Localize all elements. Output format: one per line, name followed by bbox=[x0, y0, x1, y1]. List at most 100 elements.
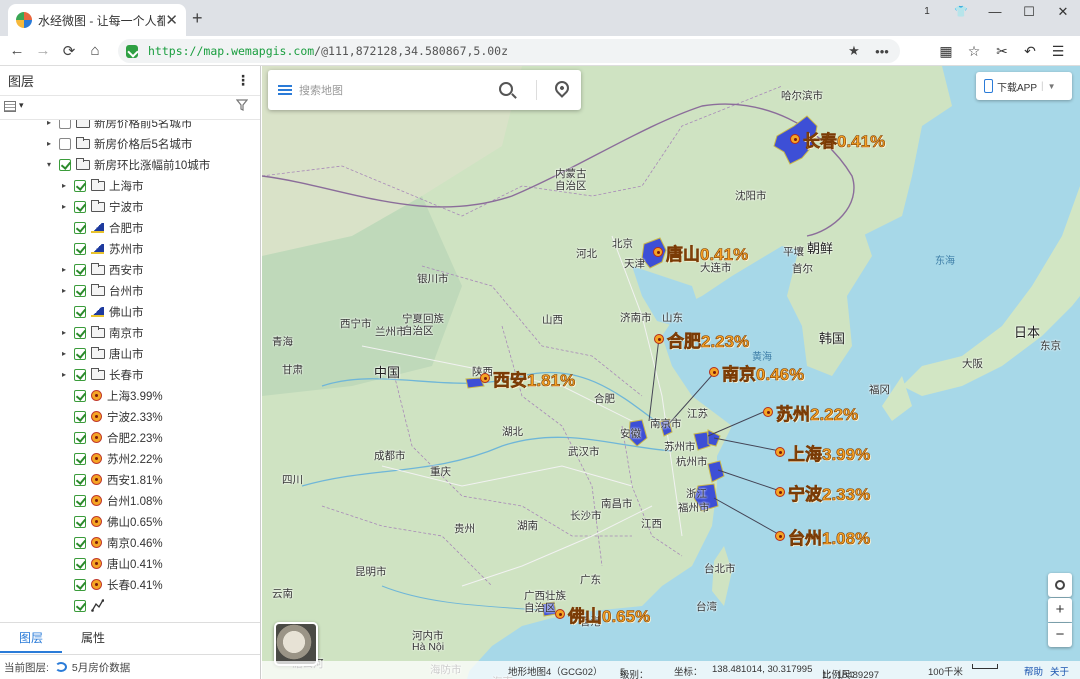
annotation-marker-icon[interactable] bbox=[763, 407, 773, 417]
search-input[interactable]: 搜索地图 bbox=[299, 82, 343, 98]
home-icon[interactable]: ⌂ bbox=[82, 42, 108, 59]
browser-tab[interactable]: 水经微图 - 让每一个人都有自 ✕ bbox=[8, 4, 186, 36]
tree-node[interactable]: ▸ 台州市 bbox=[0, 280, 260, 301]
tree-node[interactable]: 台州1.08% bbox=[0, 490, 260, 511]
layer-checkbox[interactable] bbox=[74, 410, 86, 423]
layer-list-icon[interactable] bbox=[4, 101, 16, 112]
forward-icon[interactable]: → bbox=[30, 42, 56, 59]
address-bar[interactable]: https://map.wemapgis.com/@111,872128,34.… bbox=[118, 39, 900, 63]
annotation-label[interactable]: 合肥2.23% bbox=[667, 327, 750, 352]
collapse-arrow-icon[interactable]: ▾ bbox=[44, 160, 54, 169]
zoom-in-button[interactable]: + bbox=[1048, 598, 1072, 622]
tree-node[interactable]: 合肥2.23% bbox=[0, 427, 260, 448]
tree-node[interactable]: 上海3.99% bbox=[0, 385, 260, 406]
layer-checkbox[interactable] bbox=[74, 284, 86, 297]
layer-checkbox[interactable] bbox=[74, 368, 86, 381]
tree-node[interactable]: ▾ 新房环比涨幅前10城市 bbox=[0, 154, 260, 175]
screenshot-scissors-icon[interactable]: ✂ bbox=[988, 43, 1016, 60]
tree-node[interactable]: 南京0.46% bbox=[0, 532, 260, 553]
shirt-icon[interactable]: 👕 bbox=[944, 0, 978, 26]
tree-node[interactable]: ▸ 西安市 bbox=[0, 259, 260, 280]
layer-checkbox[interactable] bbox=[74, 494, 86, 507]
tab-layers[interactable]: 图层 bbox=[0, 623, 62, 653]
annotation-marker-icon[interactable] bbox=[480, 373, 490, 383]
filter-icon[interactable] bbox=[236, 99, 248, 111]
annotation-label[interactable]: 上海3.99% bbox=[788, 440, 871, 465]
annotation-marker-icon[interactable] bbox=[653, 247, 663, 257]
close-window-button[interactable]: ✕ bbox=[1046, 0, 1080, 26]
map-search-box[interactable]: 搜索地图 bbox=[268, 70, 581, 110]
annotation-label[interactable]: 唐山0.41% bbox=[666, 240, 749, 265]
tree-node[interactable]: 佛山0.65% bbox=[0, 511, 260, 532]
layer-checkbox[interactable] bbox=[74, 326, 86, 339]
search-icon[interactable] bbox=[499, 82, 513, 96]
extension-badge-icon[interactable]: 1 bbox=[910, 0, 944, 26]
annotation-label[interactable]: 佛山0.65% bbox=[568, 602, 651, 627]
tree-node[interactable]: 苏州2.22% bbox=[0, 448, 260, 469]
tree-node[interactable]: 唐山0.41% bbox=[0, 553, 260, 574]
expand-arrow-icon[interactable]: ▸ bbox=[59, 370, 69, 379]
apps-grid-icon[interactable]: ▦ bbox=[932, 43, 960, 60]
favorites-icon[interactable]: ☆ bbox=[960, 43, 988, 60]
layer-checkbox[interactable] bbox=[59, 120, 71, 129]
layer-checkbox[interactable] bbox=[74, 515, 86, 528]
location-pin-icon[interactable] bbox=[552, 78, 572, 98]
layer-checkbox[interactable] bbox=[74, 536, 86, 549]
annotation-label[interactable]: 台州1.08% bbox=[788, 524, 871, 549]
menu-hamburger-icon[interactable] bbox=[278, 85, 292, 95]
annotation-marker-icon[interactable] bbox=[775, 447, 785, 457]
expand-arrow-icon[interactable]: ▸ bbox=[59, 181, 69, 190]
annotation-marker-icon[interactable] bbox=[654, 334, 664, 344]
reload-icon[interactable]: ⟳ bbox=[56, 42, 82, 60]
annotation-marker-icon[interactable] bbox=[709, 367, 719, 377]
chevron-down-icon[interactable]: ▼ bbox=[1048, 82, 1056, 91]
layer-checkbox[interactable] bbox=[74, 473, 86, 486]
layer-checkbox[interactable] bbox=[59, 137, 71, 150]
tree-node[interactable]: 宁波2.33% bbox=[0, 406, 260, 427]
tree-node[interactable] bbox=[0, 595, 260, 616]
layer-checkbox[interactable] bbox=[74, 347, 86, 360]
layer-checkbox[interactable] bbox=[74, 242, 86, 255]
minimize-button[interactable]: — bbox=[978, 0, 1012, 26]
annotation-label[interactable]: 南京0.46% bbox=[722, 360, 805, 385]
tab-close-icon[interactable]: ✕ bbox=[165, 11, 178, 29]
locate-me-button[interactable] bbox=[1048, 573, 1072, 597]
tree-node[interactable]: ▸ 唐山市 bbox=[0, 343, 260, 364]
annotation-marker-icon[interactable] bbox=[775, 487, 785, 497]
tree-node[interactable]: ▸ 上海市 bbox=[0, 175, 260, 196]
layer-checkbox[interactable] bbox=[59, 158, 71, 171]
dropdown-arrow-icon[interactable]: ▾ bbox=[19, 100, 24, 111]
maximize-button[interactable]: ☐ bbox=[1012, 0, 1046, 26]
tree-node[interactable]: ▸ 新房价格后5名城市 bbox=[0, 133, 260, 154]
tree-node[interactable]: 佛山市 bbox=[0, 301, 260, 322]
layer-checkbox[interactable] bbox=[74, 179, 86, 192]
layer-checkbox[interactable] bbox=[74, 221, 86, 234]
expand-arrow-icon[interactable]: ▸ bbox=[59, 349, 69, 358]
annotation-label[interactable]: 西安1.81% bbox=[493, 366, 576, 391]
basemap-switcher[interactable] bbox=[274, 622, 318, 666]
more-dots-icon[interactable]: ••• bbox=[868, 44, 896, 59]
annotation-marker-icon[interactable] bbox=[790, 134, 800, 144]
tree-node[interactable]: ▸ 新房价格前5名城市 bbox=[0, 120, 260, 133]
undo-icon[interactable]: ↶ bbox=[1016, 43, 1044, 60]
tree-node[interactable]: 西安1.81% bbox=[0, 469, 260, 490]
annotation-label[interactable]: 苏州2.22% bbox=[776, 400, 859, 425]
tree-node[interactable]: ▸ 宁波市 bbox=[0, 196, 260, 217]
layer-checkbox[interactable] bbox=[74, 578, 86, 591]
back-icon[interactable]: ← bbox=[4, 42, 30, 59]
bookmark-star-icon[interactable]: ★ bbox=[840, 43, 868, 59]
layer-checkbox[interactable] bbox=[74, 557, 86, 570]
layer-checkbox[interactable] bbox=[74, 200, 86, 213]
expand-arrow-icon[interactable]: ▸ bbox=[59, 202, 69, 211]
tree-node[interactable]: ▸ 长春市 bbox=[0, 364, 260, 385]
new-tab-icon[interactable]: + bbox=[192, 8, 203, 29]
browser-menu-icon[interactable]: ☰ bbox=[1044, 43, 1072, 60]
download-app-button[interactable]: 下载APP | ▼ bbox=[976, 72, 1072, 100]
annotation-marker-icon[interactable] bbox=[555, 609, 565, 619]
layer-checkbox[interactable] bbox=[74, 263, 86, 276]
expand-arrow-icon[interactable]: ▸ bbox=[59, 265, 69, 274]
tree-node[interactable]: ▸ 南京市 bbox=[0, 322, 260, 343]
layer-checkbox[interactable] bbox=[74, 305, 86, 318]
layer-checkbox[interactable] bbox=[74, 431, 86, 444]
tree-node[interactable]: 长春0.41% bbox=[0, 574, 260, 595]
